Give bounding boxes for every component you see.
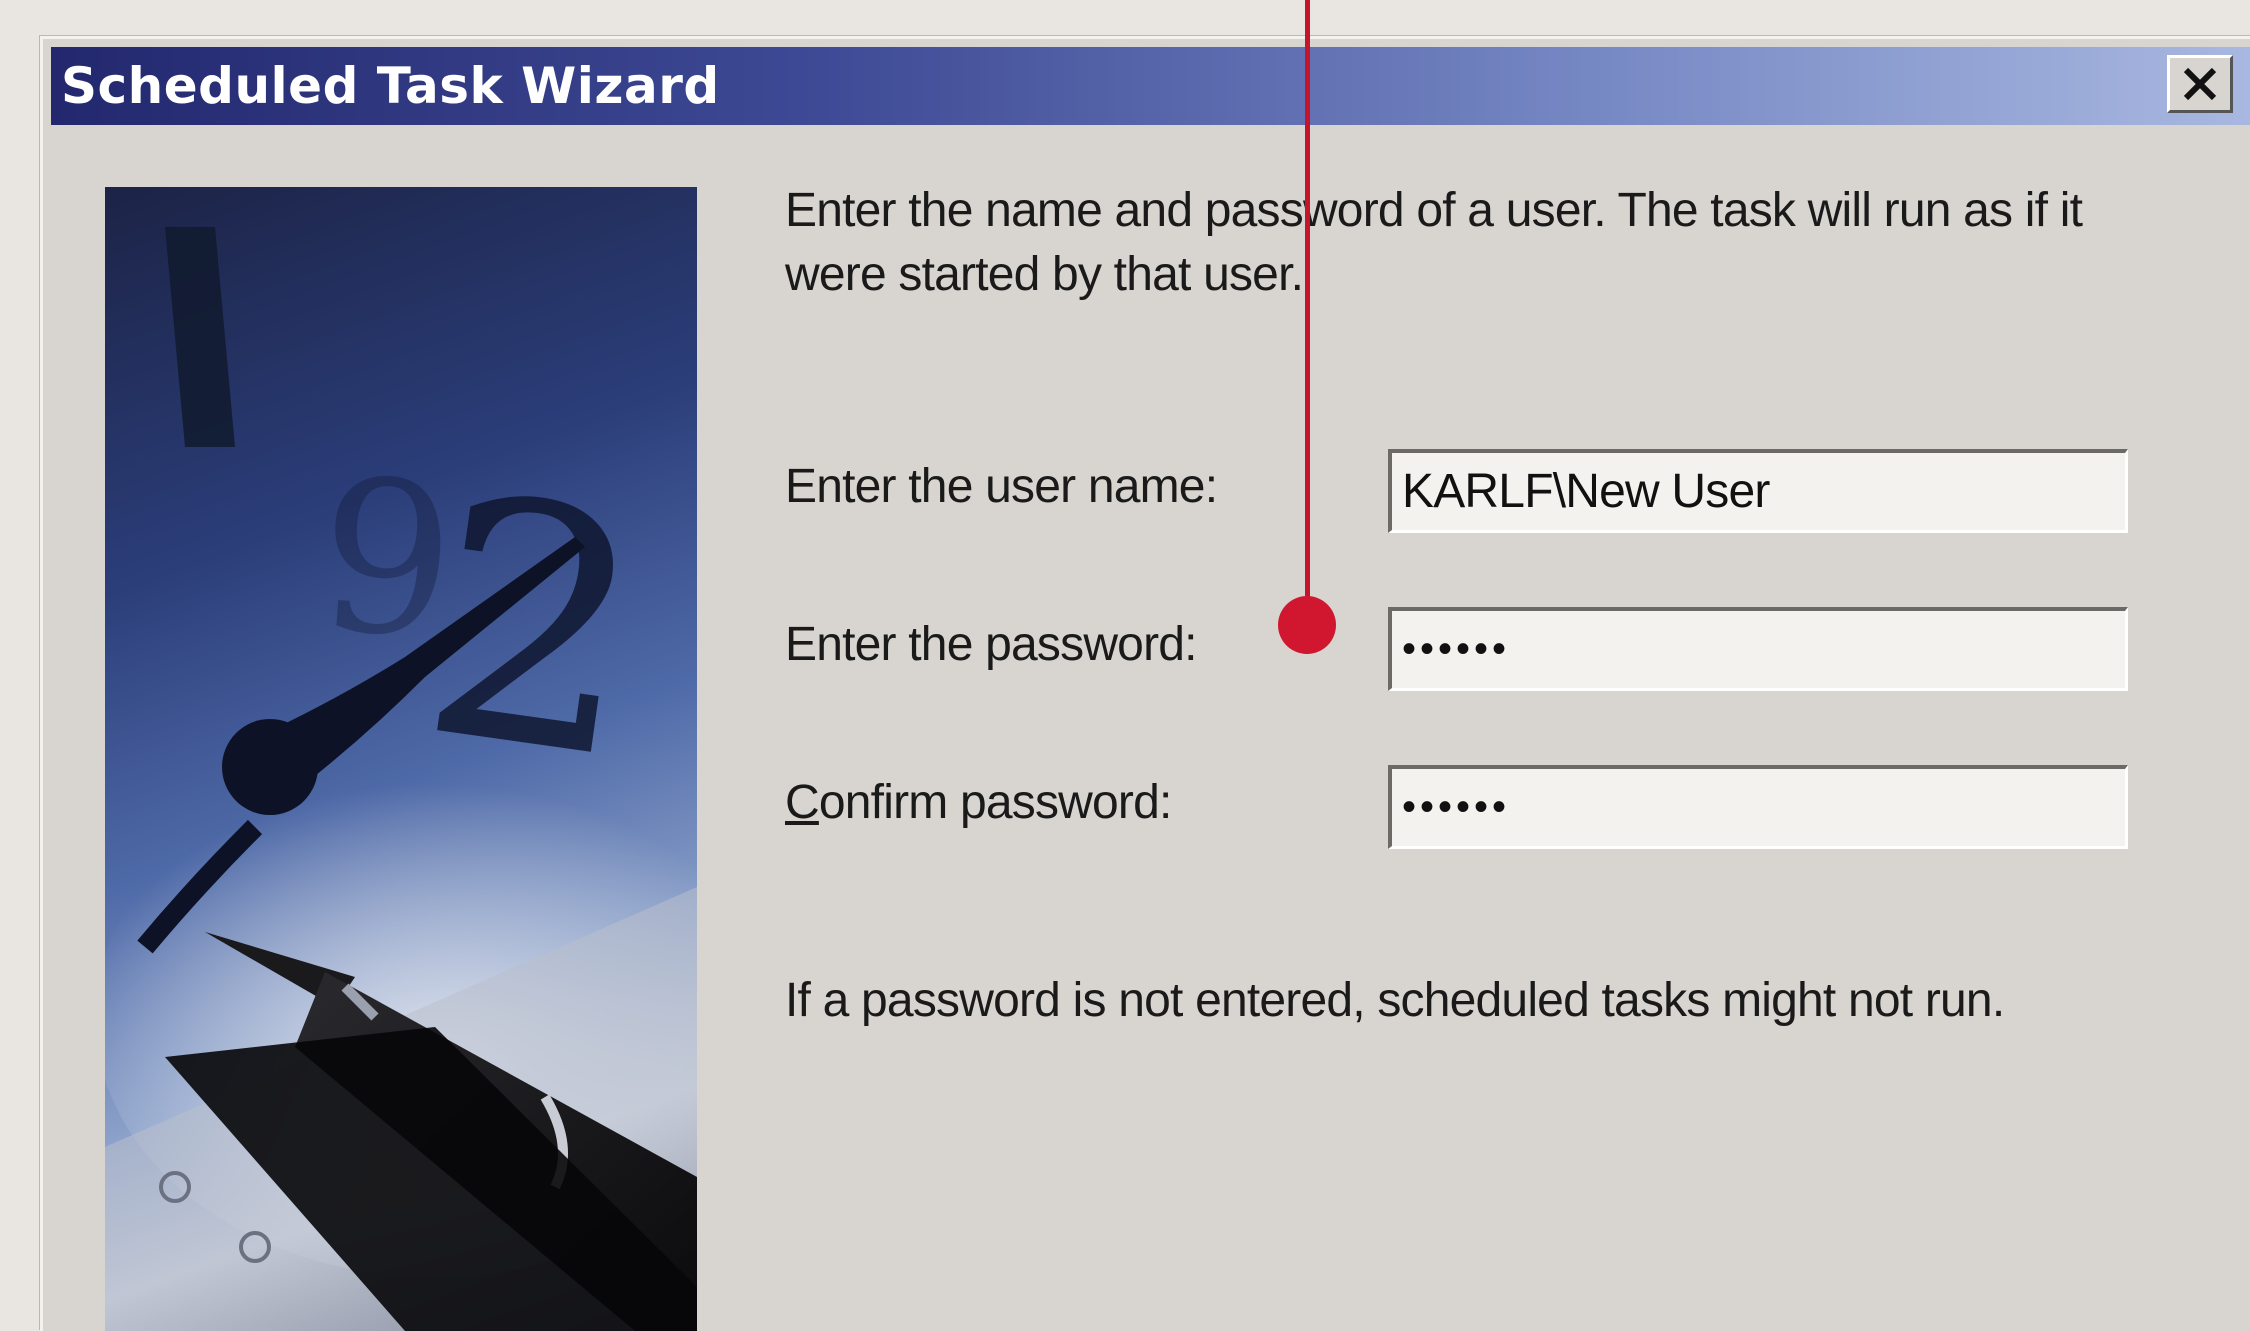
username-field[interactable] — [1388, 449, 2128, 533]
clock-pen-image: 2 9 — [105, 227, 697, 1331]
close-button[interactable] — [2167, 55, 2233, 113]
password-field[interactable]: •••••• — [1388, 607, 2128, 691]
password-label: Enter the password: — [785, 618, 1198, 671]
title-bar[interactable]: Scheduled Task Wizard — [51, 47, 2250, 125]
password-masked-value: •••••• — [1402, 627, 1511, 671]
wizard-illustration: 2 9 — [105, 187, 697, 1331]
confirm-password-masked-value: •••••• — [1402, 785, 1511, 829]
close-icon — [2183, 67, 2217, 101]
intro-text: Enter the name and password of a user. T… — [785, 184, 2083, 301]
note-text: If a password is not entered, scheduled … — [785, 974, 2005, 1027]
scheduled-task-wizard-dialog: Scheduled Task Wizard 2 9 Enter the name… — [40, 36, 2250, 1331]
confirm-label-accesskey: C — [785, 776, 820, 829]
username-label: Enter the user name: — [785, 460, 1218, 513]
callout-line — [1305, 0, 1310, 612]
window-title: Scheduled Task Wizard — [61, 57, 720, 115]
callout-dot — [1278, 596, 1336, 654]
confirm-label-text: onfirm password: — [818, 776, 1172, 829]
confirm-password-field[interactable]: •••••• — [1388, 765, 2128, 849]
confirm-password-label: Confirm password: — [785, 775, 1172, 830]
